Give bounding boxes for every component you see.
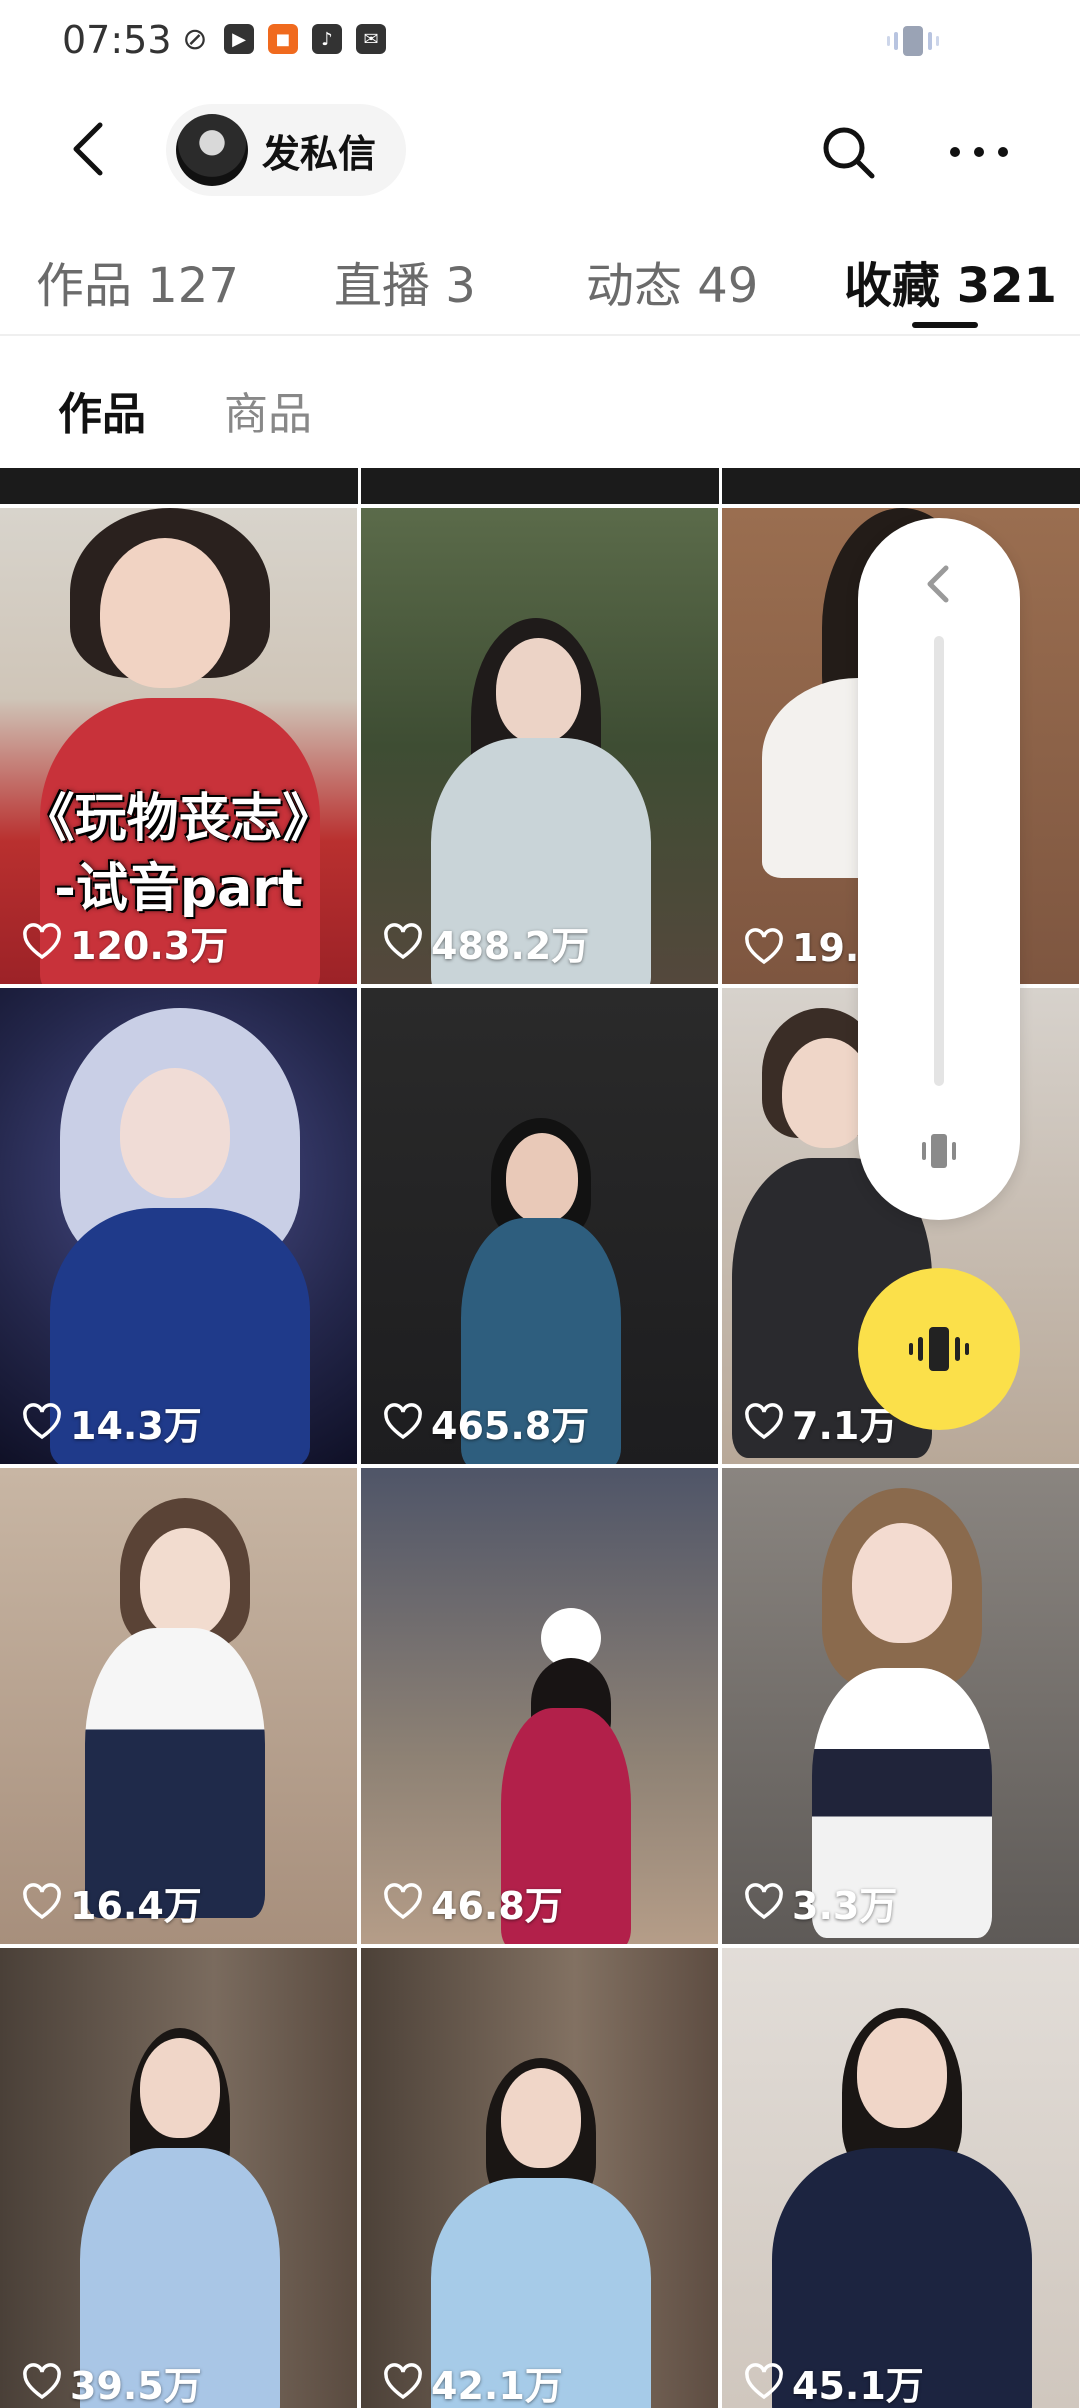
video-tile[interactable]: 14.3万 — [0, 988, 357, 1464]
heart-icon — [745, 1402, 783, 1439]
like-count: 465.8万 — [383, 1395, 589, 1450]
status-bar: 07:53 ⊘ ▶ ◼ ♪ ✉ — [0, 0, 1080, 84]
like-count: 46.8万 — [383, 1875, 563, 1930]
status-time: 07:53 — [62, 18, 172, 62]
heart-icon — [745, 1882, 783, 1919]
collapse-chevron-icon[interactable] — [918, 562, 958, 606]
mail-icon: ✉ — [356, 24, 386, 54]
tab-favorites[interactable]: 收藏 321 — [844, 246, 1057, 316]
video-tile[interactable]: 488.2万 — [361, 508, 718, 984]
vibrate-status-icon — [887, 26, 939, 56]
vibration-slider-panel — [858, 518, 1020, 1220]
vibrate-icon — [909, 1327, 969, 1371]
video-app-icon: ▶ — [224, 24, 254, 54]
tab-live[interactable]: 直播 3 — [334, 246, 476, 316]
video-tile[interactable]: 46.8万 — [361, 1468, 718, 1944]
video-tile[interactable]: 465.8万 — [361, 988, 718, 1464]
like-count: 120.3万 — [22, 915, 228, 970]
notification-icons: ⊘ ▶ ◼ ♪ ✉ — [180, 21, 386, 57]
video-title-line1: 《玩物丧志》 — [22, 789, 335, 849]
like-count: 39.5万 — [22, 2355, 202, 2408]
like-count: 488.2万 — [383, 915, 589, 970]
search-icon[interactable] — [818, 122, 878, 182]
heart-icon — [384, 1882, 422, 1919]
profile-header: 发私信 — [0, 84, 1080, 214]
video-tile[interactable]: 45.1万 — [722, 1948, 1079, 2408]
heart-icon — [23, 1882, 61, 1919]
subtab-works[interactable]: 作品 — [58, 378, 146, 442]
heart-icon — [384, 1402, 422, 1439]
tab-works[interactable]: 作品 127 — [36, 246, 239, 316]
like-count: 14.3万 — [22, 1395, 202, 1450]
partial-row — [0, 468, 1080, 504]
app-icon: ◼ — [268, 24, 298, 54]
avatar — [176, 114, 248, 186]
leaf-icon: ⊘ — [182, 21, 208, 57]
video-title-line2: -试音part — [54, 859, 303, 919]
send-message-button[interactable]: 发私信 — [166, 104, 407, 196]
video-tile[interactable]: 42.1万 — [361, 1948, 718, 2408]
more-options-icon[interactable] — [944, 122, 1014, 182]
vibrate-icon — [922, 1134, 956, 1168]
like-count: 16.4万 — [22, 1875, 202, 1930]
back-button[interactable] — [58, 114, 118, 184]
heart-icon — [23, 2362, 61, 2399]
heart-icon — [23, 922, 61, 959]
profile-tabs: 作品 127 直播 3 动态 49 收藏 321 — [0, 226, 1080, 336]
tab-posts[interactable]: 动态 49 — [586, 246, 758, 316]
subtab-products[interactable]: 商品 — [224, 378, 312, 442]
like-count: 45.1万 — [744, 2355, 924, 2408]
like-count: 19. — [744, 926, 859, 970]
active-tab-indicator — [912, 322, 978, 328]
back-arrow-icon — [73, 122, 103, 176]
like-count: 3.3万 — [744, 1875, 897, 1930]
heart-icon — [384, 922, 422, 959]
heart-icon — [745, 2362, 783, 2399]
video-tile[interactable]: 3.3万 — [722, 1468, 1079, 1944]
favorites-subtabs: 作品 商品 — [0, 338, 1080, 468]
vibration-slider[interactable] — [934, 636, 944, 1086]
video-tile[interactable]: 39.5万 — [0, 1948, 357, 2408]
vibrate-mode-button[interactable] — [858, 1268, 1020, 1430]
like-count: 7.1万 — [744, 1395, 897, 1450]
send-message-label: 发私信 — [262, 131, 377, 176]
heart-icon — [745, 928, 783, 965]
heart-icon — [23, 1402, 61, 1439]
video-tile[interactable]: 16.4万 — [0, 1468, 357, 1944]
like-count: 42.1万 — [383, 2355, 563, 2408]
video-tile[interactable]: 《玩物丧志》 -试音part 120.3万 — [0, 508, 357, 984]
heart-icon — [384, 2362, 422, 2399]
tiktok-icon: ♪ — [312, 24, 342, 54]
